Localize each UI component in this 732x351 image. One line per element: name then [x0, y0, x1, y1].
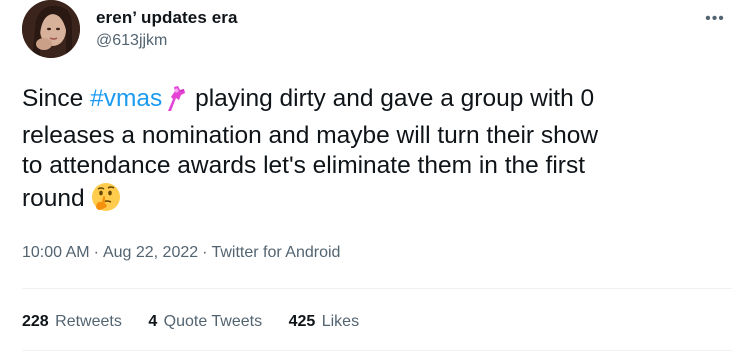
quote-tweets-label: Quote Tweets [163, 313, 263, 330]
tweet-text-start: Since [22, 85, 91, 112]
divider [22, 288, 732, 289]
meta-separator: · [93, 244, 99, 261]
engagement-stats: 228 Retweets 4 Quote Tweets 425 Likes [22, 313, 381, 331]
hashtag-link[interactable]: #vmas [90, 85, 162, 112]
profile-photo-icon [22, 0, 80, 58]
quote-tweets-count: 4 [148, 313, 158, 330]
likes-label: Likes [321, 313, 360, 330]
user-handle[interactable]: @613jjkm [96, 32, 167, 50]
tweet-metadata: 10:00 AM · Aug 22, 2022 · Twitter for Androi… [22, 244, 340, 262]
thinking-face-icon [91, 182, 121, 221]
meta-separator: · [202, 244, 208, 261]
tweet-time[interactable]: 10:00 AM [22, 244, 90, 261]
vmas-moonperson-icon [162, 84, 188, 121]
quote-tweets-stat[interactable]: 4 Quote Tweets [148, 313, 262, 330]
likes-count: 425 [288, 313, 316, 330]
retweets-stat[interactable]: 228 Retweets [22, 313, 122, 330]
retweets-count: 228 [22, 313, 49, 330]
tweet-date[interactable]: Aug 22, 2022 [103, 244, 198, 261]
tweet-line-4-text: round [22, 184, 85, 212]
tweet-line-1: Since #vmas playing dirty and gave a gro… [22, 84, 712, 121]
tweet-line-2: releases a nomination and maybe will tur… [22, 121, 599, 149]
retweets-label: Retweets [55, 313, 122, 330]
tweet-source[interactable]: Twitter for Android [211, 244, 340, 261]
tweet-line-1-rest: playing dirty and gave a group with 0 [188, 85, 595, 112]
more-options-button[interactable]: ••• [700, 8, 730, 30]
tweet-line-3: to attendance awards let's eliminate the… [22, 152, 586, 179]
tweet-text: Since #vmas playing dirty and gave a gro… [22, 84, 712, 220]
avatar[interactable] [22, 0, 80, 58]
tweet-line-4: round [22, 182, 712, 221]
display-name[interactable]: eren’ updates era [96, 8, 238, 28]
likes-stat[interactable]: 425 Likes [289, 313, 360, 330]
